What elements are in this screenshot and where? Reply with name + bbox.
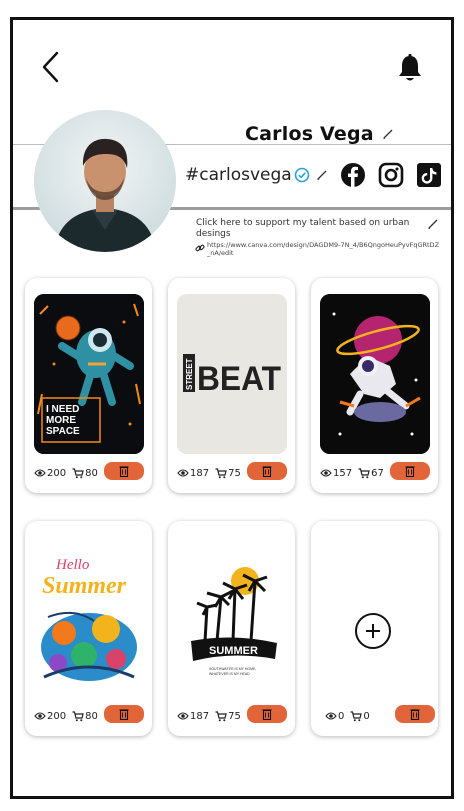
cart-icon (215, 467, 227, 478)
support-text[interactable]: Click here to support my talent based on… (196, 218, 441, 240)
design-text-line: Summer (42, 573, 127, 599)
eye-icon (320, 469, 332, 477)
sales-count: 75 (228, 467, 241, 479)
delete-button[interactable] (395, 705, 435, 723)
sales-count: 80 (85, 710, 98, 722)
sales-stat: 80 (72, 468, 98, 479)
design-stats: 200 80 (34, 705, 146, 725)
delete-button[interactable] (247, 462, 287, 480)
design-image-astronaut-planet[interactable] (320, 294, 430, 454)
design-stats: 0 0 (325, 705, 437, 725)
eye-icon (325, 712, 337, 720)
trash-icon (119, 709, 129, 720)
facebook-icon[interactable] (340, 162, 366, 188)
app-frame: Carlos Vega #carlosvega Click here to su… (10, 17, 454, 799)
design-stats: 187 75 (177, 462, 289, 482)
add-design-card[interactable]: 0 0 (311, 521, 438, 736)
design-text-line: SPACE (46, 426, 80, 437)
instagram-icon[interactable] (378, 162, 404, 188)
design-card[interactable]: Hello Summer 200 80 (25, 521, 152, 736)
delete-button[interactable] (390, 462, 430, 480)
design-text-line: SOUTHWATER IS MY HOME, (209, 667, 256, 671)
design-stats: 200 80 (34, 462, 146, 482)
eye-icon (34, 712, 46, 720)
design-text-line: MORE (46, 415, 76, 426)
design-text-line: SUMMER (209, 645, 258, 657)
views-count: 157 (333, 467, 353, 479)
top-bar (13, 20, 451, 110)
design-stats: 187 75 (177, 705, 289, 725)
profile-handle: #carlosvega (185, 165, 292, 185)
sales-stat: 80 (72, 711, 98, 722)
design-image-astronaut-space[interactable]: I NEED MORE SPACE (34, 294, 144, 454)
design-stats: 157 67 (320, 462, 432, 482)
delete-button[interactable] (247, 705, 287, 723)
design-card[interactable]: I NEED MORE SPACE 200 80 (25, 278, 152, 493)
design-text-line: STREET (185, 358, 194, 390)
link-icon (195, 244, 205, 252)
support-link-url[interactable]: https://www.canva.com/design/DAGDM9-7N_4… (207, 241, 439, 257)
design-text-line: WHATEVER IS MY HEAD (209, 672, 250, 676)
views-stat: 200 (34, 468, 66, 479)
trash-icon (410, 709, 420, 720)
sales-stat: 67 (358, 468, 384, 479)
trash-icon (405, 466, 415, 477)
tiktok-icon[interactable] (416, 162, 442, 188)
cart-icon (358, 467, 370, 478)
design-text-line: I NEED (46, 404, 79, 415)
views-count: 187 (190, 710, 210, 722)
sales-count: 75 (228, 710, 241, 722)
edit-name-pencil-icon[interactable] (382, 128, 394, 140)
edit-support-pencil-icon[interactable] (427, 218, 439, 230)
views-count: 187 (190, 467, 210, 479)
delete-button[interactable] (104, 462, 144, 480)
design-text-line: BEAT (197, 360, 281, 398)
design-card[interactable]: 157 67 (311, 278, 438, 493)
views-stat: 187 (177, 711, 209, 722)
support-link[interactable]: https://www.canva.com/design/DAGDM9-7N_4… (195, 241, 441, 257)
views-stat: 0 (325, 711, 344, 722)
eye-icon (177, 469, 189, 477)
plus-icon (366, 624, 380, 638)
trash-icon (262, 466, 272, 477)
design-image-street-beat[interactable]: STREET BEAT (177, 294, 287, 454)
design-image-summer-palms[interactable]: SUMMER SOUTHWATER IS MY HOME, WHATEVER I… (177, 537, 287, 697)
profile-name: Carlos Vega (245, 123, 374, 145)
design-text-line: Hello (55, 557, 90, 573)
back-chevron-icon[interactable] (39, 50, 63, 84)
cart-icon (215, 710, 227, 721)
bell-icon[interactable] (396, 53, 424, 83)
cart-icon (350, 710, 363, 721)
social-links (340, 162, 442, 188)
delete-button[interactable] (104, 705, 144, 723)
sales-count: 0 (363, 710, 370, 722)
verified-badge-icon (294, 167, 310, 183)
design-image-hello-summer[interactable]: Hello Summer (34, 537, 144, 697)
sales-count: 80 (85, 467, 98, 479)
trash-icon (262, 709, 272, 720)
design-card[interactable]: SUMMER SOUTHWATER IS MY HOME, WHATEVER I… (168, 521, 295, 736)
design-card[interactable]: STREET BEAT 187 75 (168, 278, 295, 493)
views-stat: 200 (34, 711, 66, 722)
support-section[interactable]: Click here to support my talent based on… (195, 218, 441, 257)
views-stat: 157 (320, 468, 352, 479)
sales-stat: 75 (215, 468, 241, 479)
trash-icon (119, 466, 129, 477)
add-design-button[interactable] (355, 613, 391, 649)
sales-stat: 0 (350, 710, 370, 722)
views-stat: 187 (177, 468, 209, 479)
views-count: 200 (47, 710, 67, 722)
sales-count: 67 (371, 467, 384, 479)
eye-icon (177, 712, 189, 720)
cart-icon (72, 467, 84, 478)
views-count: 200 (47, 467, 67, 479)
eye-icon (34, 469, 46, 477)
views-count: 0 (338, 710, 345, 722)
handle-row: #carlosvega (185, 158, 442, 192)
cart-icon (72, 710, 84, 721)
edit-handle-pencil-icon[interactable] (316, 169, 328, 181)
avatar[interactable] (34, 110, 176, 252)
sales-stat: 75 (215, 711, 241, 722)
